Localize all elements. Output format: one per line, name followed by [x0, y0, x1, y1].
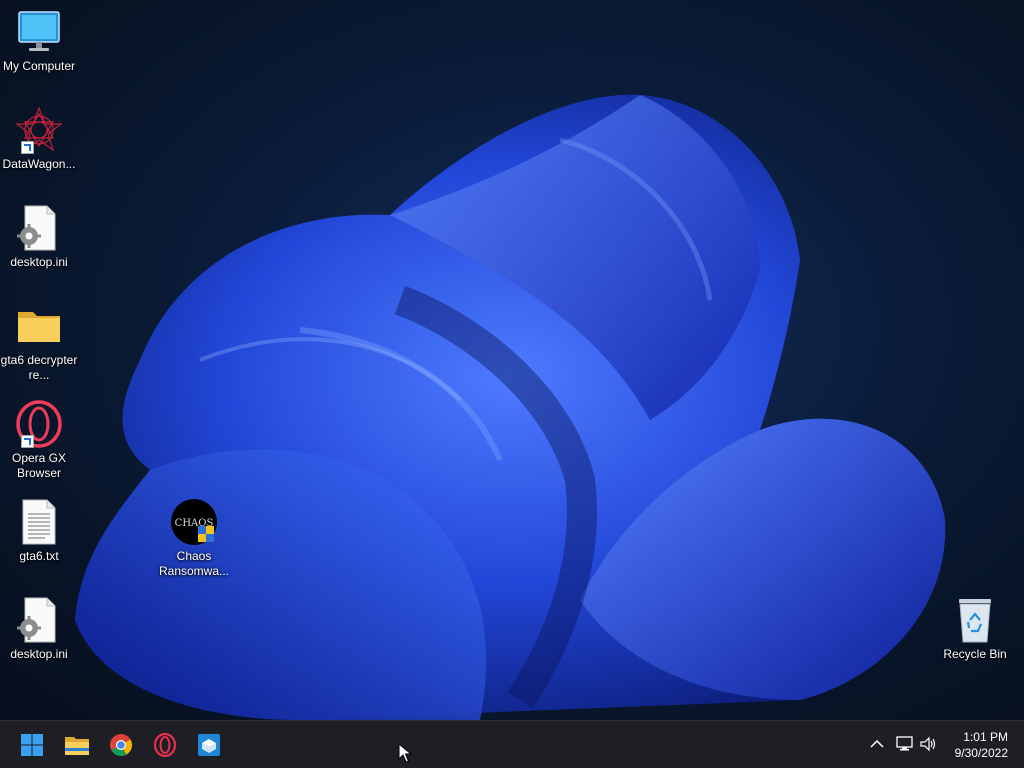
shortcut-arrow-icon — [21, 435, 34, 448]
taskbar-file-explorer[interactable] — [57, 725, 97, 765]
taskbar-chrome[interactable] — [101, 725, 141, 765]
shortcut-arrow-icon — [21, 141, 34, 154]
network-icon — [896, 736, 913, 751]
taskbar[interactable]: 1:01 PM 9/30/2022 — [0, 720, 1024, 768]
desktop-icon-label: Opera GX Browser — [11, 451, 67, 480]
wallpaper-bloom — [75, 94, 946, 720]
windows-start-icon — [21, 734, 43, 756]
taskbar-app[interactable] — [189, 725, 229, 765]
desktop-icon-desktop-ini-2[interactable]: desktop.ini — [0, 596, 81, 662]
desktop-icon-label: Recycle Bin — [943, 647, 1007, 661]
recycle-bin-icon — [951, 596, 999, 644]
opera-gx-icon — [15, 400, 63, 448]
opera-icon — [153, 733, 177, 757]
clock-time: 1:01 PM — [963, 730, 1008, 744]
desktop-icon-label: desktop.ini — [10, 647, 68, 661]
start-button[interactable] — [12, 725, 52, 765]
mouse-cursor-icon — [398, 743, 412, 763]
desktop[interactable]: My Computer DataWagon... desktop.ini gta… — [0, 0, 1024, 720]
desktop-icon-chaos-ransomware[interactable]: CHAOS Chaos Ransomwa... — [152, 498, 236, 579]
desktop-icon-recycle-bin[interactable]: Recycle Bin — [933, 596, 1017, 662]
folder-icon — [15, 302, 63, 350]
chaos-ransomware-icon: CHAOS — [170, 498, 218, 546]
text-file-icon — [15, 498, 63, 546]
show-hidden-icons-button[interactable] — [866, 733, 888, 755]
monitor-icon — [15, 8, 63, 56]
desktop-icon-label: DataWagon... — [2, 157, 76, 171]
desktop-icon-label: desktop.ini — [10, 255, 68, 269]
desktop-icon-gta6-decrypter-folder[interactable]: gta6 decrypter re... — [0, 302, 81, 383]
desktop-icon-gta6-txt[interactable]: gta6.txt — [0, 498, 81, 564]
file-explorer-icon — [65, 737, 89, 755]
chrome-icon — [110, 734, 132, 756]
desktop-icon-datawagon[interactable]: DataWagon... — [0, 106, 81, 172]
speaker-icon — [920, 736, 936, 752]
settings-file-icon — [15, 596, 63, 644]
datawagon-shortcut-icon — [15, 106, 63, 154]
desktop-icon-label: Chaos Ransomwa... — [158, 549, 230, 578]
desktop-icon-label: My Computer — [2, 59, 76, 73]
desktop-icon-label: gta6 decrypter re... — [0, 353, 78, 382]
volume-button[interactable] — [918, 733, 940, 755]
desktop-icon-my-computer[interactable]: My Computer — [0, 8, 81, 74]
clock-date: 9/30/2022 — [954, 746, 1008, 760]
taskbar-opera[interactable] — [145, 725, 185, 765]
settings-file-icon — [15, 204, 63, 252]
network-button[interactable] — [894, 733, 916, 755]
desktop-icon-desktop-ini-1[interactable]: desktop.ini — [0, 204, 81, 270]
clock[interactable]: 1:01 PM 9/30/2022 — [955, 729, 1008, 761]
desktop-icon-label: gta6.txt — [19, 549, 59, 563]
desktop-icon-opera-gx[interactable]: Opera GX Browser — [0, 400, 81, 481]
box-app-icon — [198, 734, 220, 756]
chevron-up-icon — [870, 739, 884, 748]
